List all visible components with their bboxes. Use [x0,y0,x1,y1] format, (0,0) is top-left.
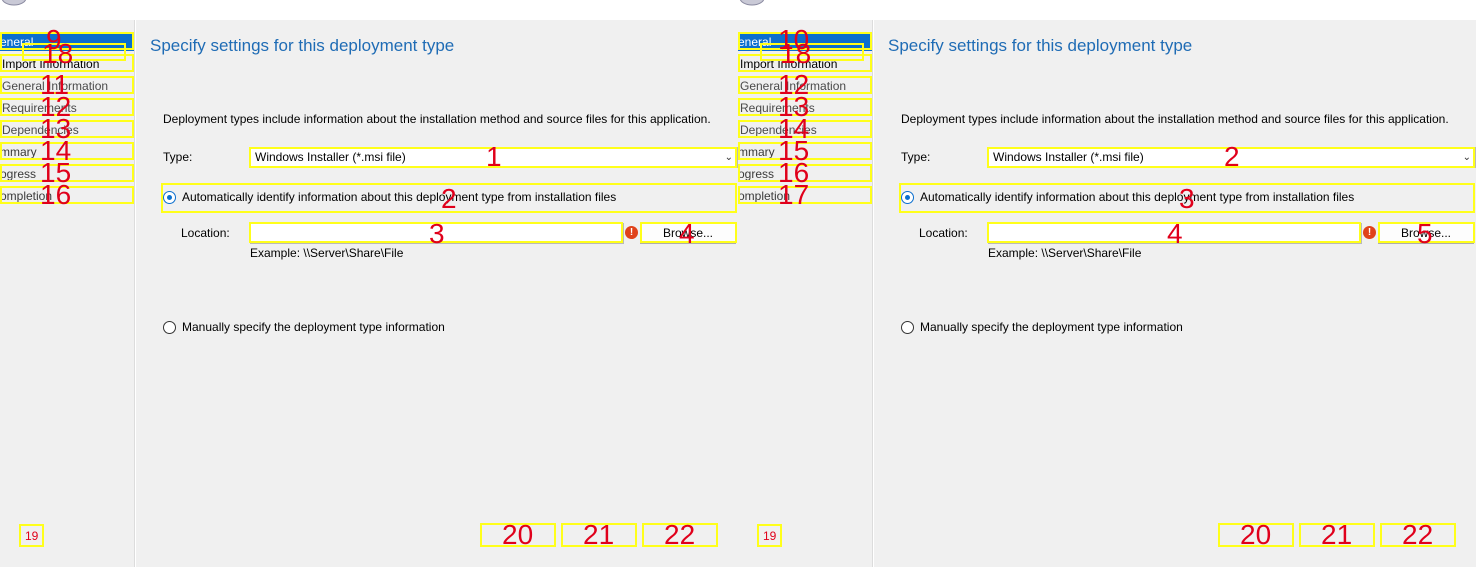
error-icon: ! [1363,226,1376,239]
nav-item-import-information[interactable]: Import Information [738,55,872,73]
browse-button[interactable]: Browse... [1378,222,1474,244]
type-label: Type: [901,150,931,164]
auto-identify-radio-label: Automatically identify information about… [182,190,617,204]
nav-item-general-information[interactable]: General Information [738,77,872,95]
manual-specify-radio-label: Manually specify the deployment type inf… [920,320,1183,334]
description-text: Deployment types include information abo… [901,112,1449,126]
nav-item-requirements[interactable]: Requirements [738,99,872,117]
nav-item-summary[interactable]: mmary [0,143,134,161]
wizard-pane-right: eneral Import Information General Inform… [738,0,1476,567]
manual-specify-radio[interactable] [901,321,914,334]
auto-identify-radio-label: Automatically identify information about… [920,190,1355,204]
nav-item-import-information[interactable]: Import Information [0,55,134,73]
wizard-nav: eneral Import Information General Inform… [738,20,873,567]
nav-item-completion[interactable]: ompletion [0,187,134,205]
chevron-down-icon: ⌄ [1462,152,1471,163]
nav-item-general[interactable]: eneral [0,33,134,51]
location-example-text: Example: \\Server\Share\File [988,246,1142,260]
nav-item-requirements[interactable]: Requirements [0,99,134,117]
type-dropdown[interactable]: Windows Installer (*.msi file) ⌄ [988,147,1476,168]
type-dropdown[interactable]: Windows Installer (*.msi file) ⌄ [250,147,738,168]
type-dropdown-value: Windows Installer (*.msi file) [255,150,406,164]
nav-item-general[interactable]: eneral [738,33,872,51]
nav-item-dependencies[interactable]: Dependencies [0,121,134,139]
nav-item-summary[interactable]: mmary [738,143,872,161]
nav-item-progress[interactable]: ogress [0,165,134,183]
wizard-pane-left: eneral Import Information General Inform… [0,0,738,567]
browse-button[interactable]: Browse... [640,222,736,244]
page-title: Specify settings for this deployment typ… [150,36,455,55]
auto-identify-radio[interactable] [163,191,176,204]
auto-identify-radio[interactable] [901,191,914,204]
nav-item-completion[interactable]: ompletion [738,187,872,205]
nav-item-progress[interactable]: ogress [738,165,872,183]
top-strip [738,0,1476,20]
settings-panel: Specify settings for this deployment typ… [136,20,738,567]
location-input[interactable] [988,223,1362,244]
location-input[interactable] [250,223,624,244]
top-strip [0,0,738,20]
location-label: Location: [181,226,230,240]
nav-item-dependencies[interactable]: Dependencies [738,121,872,139]
location-label: Location: [919,226,968,240]
app-logo-icon [739,0,764,6]
app-logo-icon [1,0,26,6]
nav-item-general-information[interactable]: General Information [0,77,134,95]
page-title: Specify settings for this deployment typ… [888,36,1193,55]
error-icon: ! [625,226,638,239]
type-dropdown-value: Windows Installer (*.msi file) [993,150,1144,164]
wizard-nav: eneral Import Information General Inform… [0,20,135,567]
description-text: Deployment types include information abo… [163,112,711,126]
manual-specify-radio[interactable] [163,321,176,334]
settings-panel: Specify settings for this deployment typ… [874,20,1476,567]
location-example-text: Example: \\Server\Share\File [250,246,404,260]
manual-specify-radio-label: Manually specify the deployment type inf… [182,320,445,334]
chevron-down-icon: ⌄ [724,152,733,163]
type-label: Type: [163,150,193,164]
